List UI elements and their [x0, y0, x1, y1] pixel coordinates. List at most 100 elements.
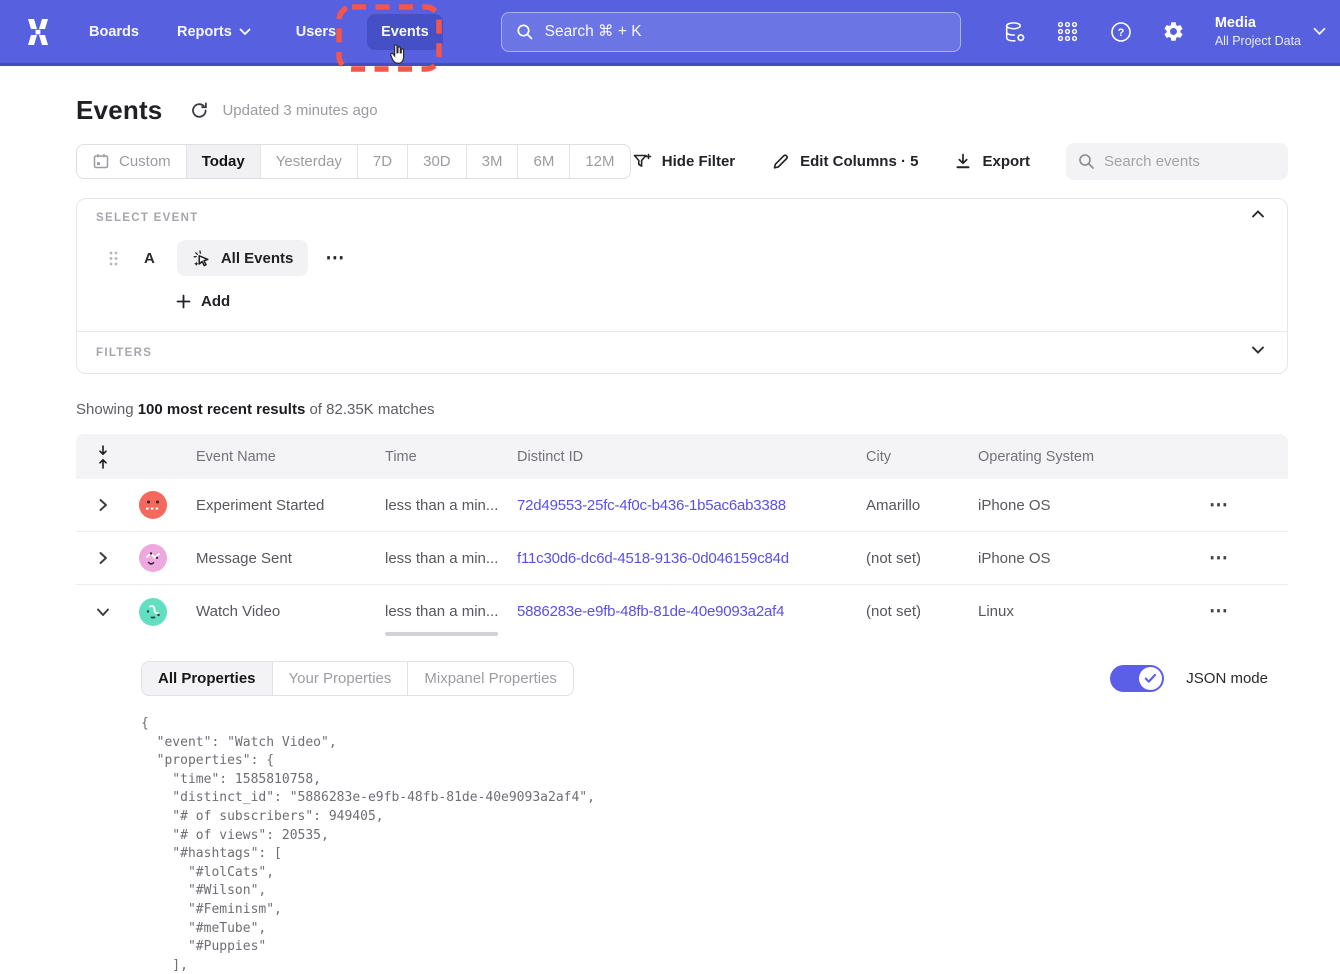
project-selector[interactable]: Media All Project Data	[1215, 14, 1326, 50]
cell-os: iPhone OS	[978, 497, 1150, 514]
top-nav: Boards Reports Users Events	[0, 0, 1340, 66]
row-menu-icon[interactable]: ⋯	[1150, 549, 1288, 568]
table-row[interactable]: Message Sent less than a min... f11c30d6…	[76, 532, 1288, 585]
page-header: Events Updated 3 minutes ago	[76, 93, 1288, 127]
tab-all-properties[interactable]: All Properties	[142, 662, 273, 695]
add-event-button[interactable]: Add	[176, 293, 1268, 310]
event-row: A All Events ⋯	[96, 240, 1268, 276]
date-range-6m[interactable]: 6M	[518, 145, 570, 178]
distinct-id-link[interactable]: 5886283e-e9fb-48fb-81de-40e9093a2af4	[517, 603, 784, 620]
date-range-3m[interactable]: 3M	[467, 145, 519, 178]
event-json-view: { "event": "Watch Video", "properties": …	[141, 715, 1288, 974]
project-scope: All Project Data	[1215, 33, 1301, 49]
expand-section-icon[interactable]	[1251, 345, 1265, 355]
filters-section[interactable]: FILTERS	[77, 331, 1287, 373]
step-letter: A	[144, 250, 155, 267]
event-detail-panel: All Properties Your Properties Mixpanel …	[141, 638, 1288, 974]
header-event-name[interactable]: Event Name	[175, 449, 385, 465]
help-icon[interactable]: ?	[1109, 20, 1133, 44]
date-range-7d[interactable]: 7D	[358, 145, 408, 178]
table-header-row: Event Name Time Distinct ID City Operati…	[76, 434, 1288, 479]
export-label: Export	[982, 153, 1030, 170]
search-icon	[516, 23, 534, 41]
search-icon	[1078, 153, 1095, 170]
sparkle-cursor-icon	[192, 249, 211, 268]
nav-users-label: Users	[296, 24, 336, 40]
date-range-today-label: Today	[202, 153, 245, 170]
drag-handle-icon[interactable]	[108, 250, 120, 267]
add-label: Add	[201, 293, 230, 310]
tab-your-properties[interactable]: Your Properties	[273, 662, 409, 695]
date-range-custom[interactable]: Custom	[77, 145, 187, 178]
export-button[interactable]: Export	[954, 152, 1030, 170]
collapse-section-icon[interactable]	[1251, 209, 1265, 219]
date-range-7d-label: 7D	[373, 153, 392, 170]
project-name: Media	[1215, 14, 1301, 34]
settings-gear-icon[interactable]	[1162, 20, 1186, 44]
json-mode-label: JSON mode	[1186, 670, 1268, 687]
nav-item-users[interactable]: Users	[296, 24, 336, 40]
nav-item-reports[interactable]: Reports	[177, 24, 251, 40]
global-search[interactable]	[501, 12, 961, 52]
cell-event-name: Message Sent	[175, 550, 385, 567]
header-os[interactable]: Operating System	[978, 449, 1150, 465]
hide-filter-button[interactable]: Hide Filter	[632, 152, 735, 171]
cell-city: Amarillo	[866, 497, 978, 514]
filter-funnel-icon	[632, 152, 652, 171]
data-management-icon[interactable]	[1003, 20, 1027, 44]
plus-icon	[176, 294, 191, 309]
cell-os: Linux	[978, 603, 1150, 620]
event-more-icon[interactable]: ⋯	[325, 249, 345, 268]
date-range-today[interactable]: Today	[187, 145, 261, 178]
search-events-field[interactable]	[1066, 143, 1288, 180]
mixpanel-logo[interactable]	[20, 16, 56, 48]
sort-icon[interactable]	[76, 444, 130, 470]
select-event-section: SELECT EVENT A	[77, 199, 1287, 331]
header-city[interactable]: City	[866, 449, 978, 465]
chevron-down-icon	[239, 28, 251, 36]
cell-time: less than a min...	[385, 603, 517, 620]
collapse-row-icon[interactable]	[76, 606, 130, 618]
nav-item-events[interactable]: Events	[367, 14, 443, 50]
nav-boards-label: Boards	[89, 24, 139, 40]
event-avatar	[139, 544, 167, 572]
date-range-30d[interactable]: 30D	[408, 145, 467, 178]
calendar-icon	[92, 152, 110, 170]
distinct-id-link[interactable]: 72d49553-25fc-4f0c-b436-1b5ac6ab3388	[517, 497, 786, 514]
filters-label: FILTERS	[96, 347, 152, 359]
date-range-3m-label: 3M	[482, 153, 503, 170]
nav-item-boards[interactable]: Boards	[89, 24, 139, 40]
apps-grid-icon[interactable]	[1056, 20, 1080, 44]
download-icon	[954, 152, 972, 170]
row-menu-icon[interactable]: ⋯	[1150, 602, 1288, 621]
results-summary: Showing 100 most recent results of 82.35…	[76, 401, 1288, 418]
tab-mixpanel-properties[interactable]: Mixpanel Properties	[408, 662, 573, 695]
date-range-12m[interactable]: 12M	[570, 145, 629, 178]
cell-time: less than a min...	[385, 497, 517, 514]
summary-suffix: of 82.35K matches	[305, 401, 434, 418]
nav-right-cluster: ? Media All Project Data	[1003, 14, 1326, 50]
date-range-yesterday[interactable]: Yesterday	[261, 145, 358, 178]
edit-columns-button[interactable]: Edit Columns · 5	[771, 152, 918, 171]
event-avatar	[139, 491, 167, 519]
summary-prefix: Showing	[76, 401, 138, 418]
header-distinct-id[interactable]: Distinct ID	[517, 449, 866, 465]
search-events-input[interactable]	[1104, 153, 1276, 170]
events-table: Event Name Time Distinct ID City Operati…	[76, 434, 1288, 974]
row-menu-icon[interactable]: ⋯	[1150, 496, 1288, 515]
refresh-button[interactable]	[190, 101, 209, 120]
event-selector-chip[interactable]: All Events	[177, 240, 309, 276]
expand-row-icon[interactable]	[76, 498, 130, 512]
horizontal-scrollbar-thumb[interactable]	[385, 632, 498, 636]
table-row[interactable]: Experiment Started less than a min... 72…	[76, 479, 1288, 532]
distinct-id-link[interactable]: f11c30d6-dc6d-4518-9136-0d046159c84d	[517, 550, 789, 567]
global-search-input[interactable]	[545, 23, 946, 41]
expand-row-icon[interactable]	[76, 551, 130, 565]
json-mode-toggle[interactable]	[1110, 665, 1164, 692]
date-range-30d-label: 30D	[423, 153, 451, 170]
date-range-custom-label: Custom	[119, 153, 171, 170]
header-time[interactable]: Time	[385, 449, 517, 465]
cell-event-name: Watch Video	[175, 603, 385, 620]
nav-events-label: Events	[381, 24, 429, 40]
table-row[interactable]: Watch Video less than a min... 5886283e-…	[76, 585, 1288, 638]
